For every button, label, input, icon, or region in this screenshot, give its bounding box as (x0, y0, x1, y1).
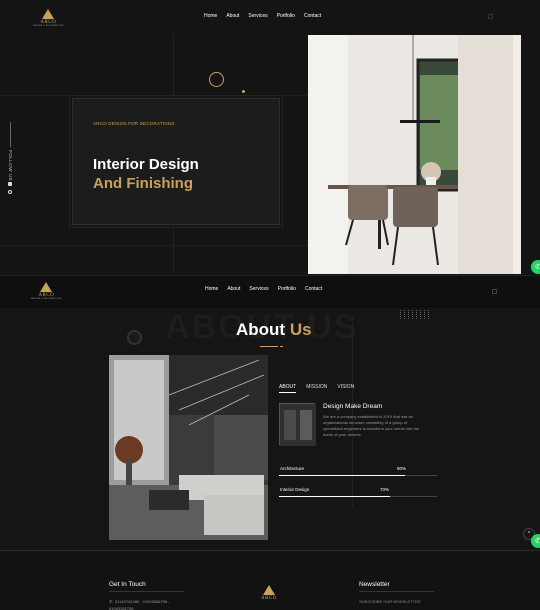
nav-services[interactable]: Services (248, 13, 267, 19)
about-living-room-image (109, 355, 268, 540)
phone-icon: ✆ (109, 599, 113, 604)
nav-about-2[interactable]: About (227, 286, 240, 292)
menu-icon-2[interactable] (492, 289, 497, 294)
footer-phone-2[interactable]: 01093351706 (109, 606, 133, 610)
sticky-nav: Home About Services Portfolio Contact (205, 286, 331, 292)
about-title-word1: About (236, 320, 286, 339)
facebook-icon[interactable] (8, 182, 12, 186)
footer-get-in-touch: Get In Touch (109, 581, 146, 588)
skill-value-interior: 70% (380, 487, 390, 492)
footer-brand-name: ARCO (261, 596, 277, 601)
about-header-bar (0, 276, 540, 308)
about-title-word2: Us (289, 320, 312, 339)
dining-room-illustration (308, 35, 521, 274)
card-thumbnail (279, 403, 316, 446)
brand-logo[interactable]: ARCO DESIGN & DECORATIONS (33, 9, 64, 27)
hero-title-line1: Interior Design (93, 156, 199, 173)
divider-line (0, 95, 308, 96)
skill-bar-architecture (279, 475, 437, 476)
menu-icon[interactable] (488, 14, 493, 19)
footer-underline (109, 591, 184, 592)
footer-newsletter: Newsletter (359, 581, 390, 588)
whatsapp-button[interactable]: ✆ (531, 260, 540, 274)
tab-vision[interactable]: VISION (337, 384, 354, 393)
footer-logo[interactable]: ARCO (261, 585, 277, 601)
nav-services-2[interactable]: Services (249, 286, 268, 292)
thumbnail-illustration (280, 404, 316, 446)
footer (0, 550, 540, 610)
tab-mission[interactable]: MISSION (306, 384, 327, 393)
skill-bar-interior (279, 496, 437, 497)
nav-about[interactable]: About (226, 13, 239, 19)
skill-label-architecture: Architecture (280, 466, 305, 471)
whatsapp-button-2[interactable]: ✆ (531, 534, 540, 548)
brand-tagline: DESIGN & DECORATIONS (33, 25, 64, 27)
title-underline (260, 346, 278, 347)
decor-dot (242, 90, 245, 93)
nav-home[interactable]: Home (204, 13, 217, 19)
decor-circle-2 (127, 330, 142, 345)
nav-contact-2[interactable]: Contact (305, 286, 322, 292)
follow-line (10, 122, 11, 147)
follow-us-label: FOLLOW US (8, 150, 13, 182)
skill-bar-fill-interior (279, 496, 390, 497)
footer-subscribe: SUBSCRIBE OUR NEWSLETTER (359, 599, 421, 604)
title-underline-dot (280, 346, 283, 347)
logo-triangle-icon (262, 585, 275, 595)
nav-home-2[interactable]: Home (205, 286, 218, 292)
nav-contact[interactable]: Contact (304, 13, 321, 19)
logo-triangle-icon (42, 9, 55, 19)
brand-tagline-2: DESIGN & DECORATIONS (31, 298, 62, 300)
card-title: Design Make Dream (323, 403, 383, 410)
hero-title-line2: And Finishing (93, 175, 193, 192)
footer-phone[interactable]: 01140742480 - 01093566706 - (115, 599, 170, 604)
skill-bar-fill-architecture (279, 475, 406, 476)
main-nav: Home About Services Portfolio Contact (204, 13, 330, 19)
hero-interior-image (308, 35, 521, 274)
brand-logo-2[interactable]: ARCO DESIGN & DECORATIONS (31, 282, 62, 300)
about-tabs: ABOUT MISSION VISION (279, 384, 354, 393)
decor-circle (209, 72, 224, 87)
logo-triangle-icon (40, 282, 53, 292)
dots-pattern (400, 310, 431, 319)
card-text: We are a company established in 2019 tha… (323, 414, 420, 437)
tab-about[interactable]: ABOUT (279, 384, 297, 393)
nav-portfolio-2[interactable]: Portfolio (278, 286, 296, 292)
living-room-illustration (109, 355, 268, 540)
footer-underline (359, 591, 434, 592)
instagram-icon[interactable] (8, 190, 12, 194)
hero-kicker: ARCO DESIGN FOR DECORATIONS (93, 121, 175, 126)
skill-label-interior: Interior Design (280, 487, 310, 492)
nav-portfolio[interactable]: Portfolio (277, 13, 295, 19)
skill-value-architecture: 80% (397, 466, 407, 471)
divider-line (0, 245, 308, 246)
about-title: About Us (236, 320, 312, 340)
